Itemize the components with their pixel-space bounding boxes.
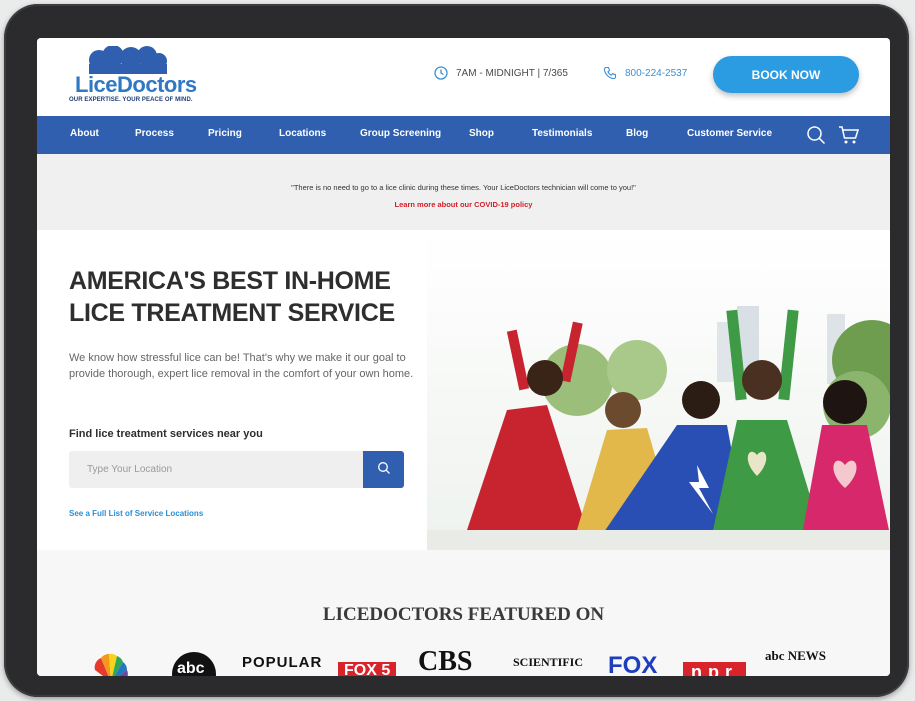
hero-title-line-1: AMERICA'S BEST IN-HOME bbox=[69, 267, 391, 295]
hero-title-line-2: LICE TREATMENT SERVICE bbox=[69, 299, 395, 327]
nav-item-locations[interactable]: Locations bbox=[279, 128, 326, 139]
business-hours: 7AM - MIDNIGHT | 7/365 bbox=[434, 66, 568, 80]
nav-item-pricing[interactable]: Pricing bbox=[208, 128, 242, 139]
scientific-logo-text: SCIENTIFIC bbox=[513, 655, 584, 669]
npr-logo-text: npr bbox=[683, 662, 746, 676]
brand-name: LiceDoctors bbox=[75, 72, 197, 97]
abc-news-logo-text: abc NEWS bbox=[765, 648, 827, 663]
site-header: LiceDoctors OUR EXPERTISE. YOUR PEACE OF… bbox=[37, 38, 890, 116]
browser-screen: LiceDoctors OUR EXPERTISE. YOUR PEACE OF… bbox=[37, 38, 890, 676]
location-search-button[interactable] bbox=[363, 451, 404, 488]
clock-icon bbox=[434, 66, 448, 80]
nav-item-group-screening[interactable]: Group Screening bbox=[360, 128, 441, 139]
licedoctors-logo[interactable]: LiceDoctors OUR EXPERTISE. YOUR PEACE OF… bbox=[67, 46, 207, 108]
phone-number: 800-224-2537 bbox=[625, 67, 688, 79]
cart-icon[interactable] bbox=[838, 125, 860, 145]
book-now-button[interactable]: BOOK NOW bbox=[713, 56, 859, 93]
nav-item-testimonials[interactable]: Testimonials bbox=[532, 128, 592, 139]
fox-logo-text: FOX bbox=[608, 652, 658, 676]
hero-description: We know how stressful lice can be! That'… bbox=[69, 352, 414, 380]
nav-item-shop[interactable]: Shop bbox=[469, 128, 494, 139]
abc-logo-text: abc bbox=[177, 660, 205, 676]
phone-icon bbox=[603, 66, 617, 80]
kids-silhouette-icon bbox=[89, 46, 167, 74]
phone-link[interactable]: 800-224-2537 bbox=[603, 66, 687, 80]
service-locations-link[interactable]: See a Full List of Service Locations bbox=[69, 509, 203, 518]
kids-in-capes-photo bbox=[427, 230, 890, 550]
featured-on-section: LICEDOCTORS FEATURED ON abc POPULAR FOX … bbox=[37, 550, 890, 676]
nav-item-process[interactable]: Process bbox=[135, 128, 174, 139]
covid-notice-banner: "There is no need to go to a lice clinic… bbox=[37, 154, 890, 230]
hero-section: AMERICA'S BEST IN-HOME LICE TREATMENT SE… bbox=[37, 230, 890, 550]
cbs-logo-text: CBS bbox=[418, 646, 473, 676]
covid-policy-link[interactable]: Learn more about our COVID-19 policy bbox=[37, 200, 890, 209]
fox5-logo-text: FOX 5 bbox=[338, 662, 397, 676]
find-services-label: Find lice treatment services near you bbox=[69, 428, 263, 440]
brand-tagline: OUR EXPERTISE. YOUR PEACE OF MIND. bbox=[69, 97, 193, 103]
featured-on-title: LICEDOCTORS FEATURED ON bbox=[322, 604, 605, 625]
location-search-input[interactable] bbox=[69, 451, 381, 488]
search-icon[interactable] bbox=[806, 125, 826, 145]
popular-logo-text: POPULAR bbox=[242, 654, 323, 671]
press-logos-row: abc POPULAR FOX 5 CBS SCIENTIFIC FOX npr… bbox=[37, 646, 890, 676]
nbc-peacock-logo bbox=[94, 653, 128, 676]
nav-item-blog[interactable]: Blog bbox=[626, 128, 648, 139]
nav-item-customer-service[interactable]: Customer Service bbox=[687, 128, 772, 139]
hero-title: AMERICA'S BEST IN-HOME LICE TREATMENT SE… bbox=[69, 265, 429, 329]
main-navigation: About Process Pricing Locations Group Sc… bbox=[37, 116, 890, 154]
nav-item-about[interactable]: About bbox=[70, 128, 99, 139]
notice-quote: "There is no need to go to a lice clinic… bbox=[291, 183, 636, 192]
tablet-frame: LiceDoctors OUR EXPERTISE. YOUR PEACE OF… bbox=[4, 4, 909, 697]
hours-text: 7AM - MIDNIGHT | 7/365 bbox=[456, 67, 568, 79]
search-icon bbox=[377, 462, 390, 474]
